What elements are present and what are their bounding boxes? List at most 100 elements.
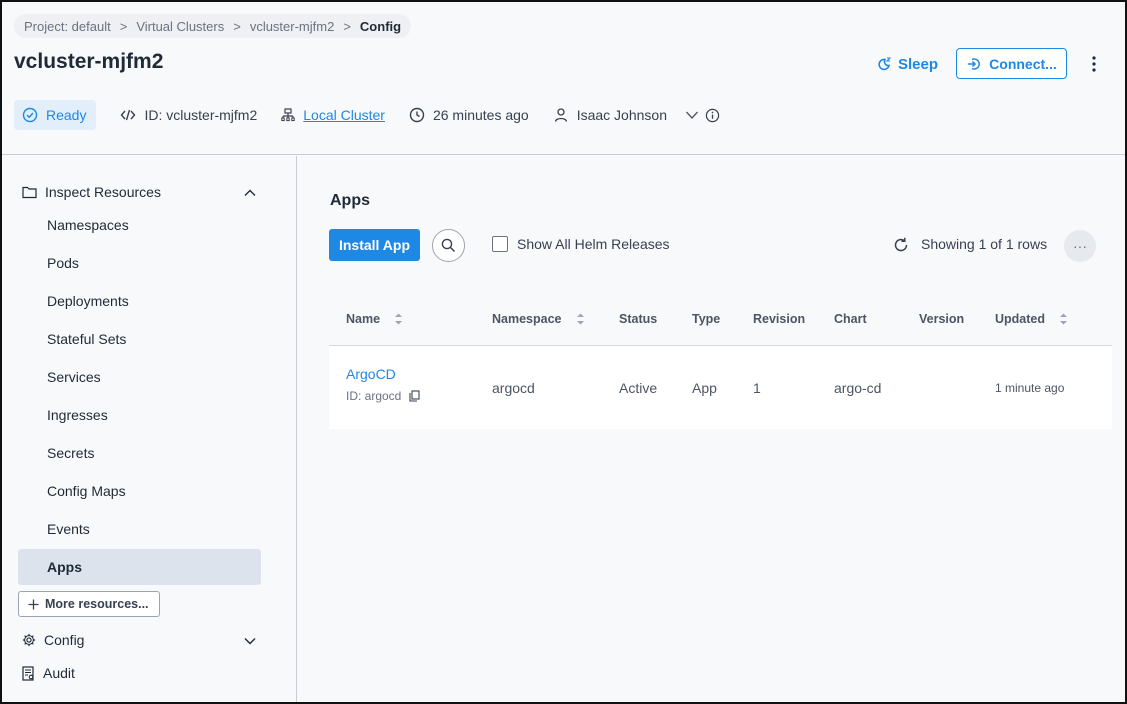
chevron-down-icon[interactable] xyxy=(685,108,699,122)
show-helm-releases-checkbox[interactable] xyxy=(492,236,508,252)
app-status: Active xyxy=(619,380,658,396)
more-resources-label: More resources... xyxy=(45,597,149,611)
sidebar: Inspect Resources Namespaces Pods Deploy… xyxy=(2,156,297,702)
app-updated: 1 minute ago xyxy=(995,381,1065,395)
table-header: Name Namespace Status Type Revision Char… xyxy=(329,294,1112,346)
section-title: Apps xyxy=(330,192,370,209)
column-header-type: Type xyxy=(692,312,720,326)
info-icon[interactable] xyxy=(705,108,720,123)
sidebar-item-namespaces[interactable]: Namespaces xyxy=(47,217,129,233)
user-icon xyxy=(554,108,567,122)
sleep-button[interactable]: Sleep xyxy=(876,52,938,76)
sleep-icon xyxy=(878,57,892,71)
search-button[interactable] xyxy=(432,229,465,262)
cluster-link[interactable]: Local Cluster xyxy=(281,107,385,123)
column-label: Namespace xyxy=(492,312,562,326)
sidebar-item-deployments[interactable]: Deployments xyxy=(47,293,129,309)
sidebar-item-apps[interactable]: Apps xyxy=(47,559,82,575)
folder-icon xyxy=(22,186,37,199)
sidebar-item-pods[interactable]: Pods xyxy=(47,255,79,271)
cluster-owner: Isaac Johnson xyxy=(553,107,667,123)
plus-icon xyxy=(28,599,39,609)
column-label: Type xyxy=(692,312,721,326)
refresh-icon[interactable] xyxy=(892,236,910,254)
more-resources-button[interactable]: More resources... xyxy=(18,591,160,617)
column-header-version: Version xyxy=(919,312,964,326)
breadcrumb-virtual-clusters[interactable]: Virtual Clusters xyxy=(136,19,224,34)
cluster-meta: Ready ID: vcluster-mjfm2 Local Cluster 2… xyxy=(14,100,720,130)
breadcrumb-separator: > xyxy=(119,18,128,34)
connect-label: Connect... xyxy=(989,55,1057,72)
column-label: Revision xyxy=(753,312,806,326)
sidebar-section-audit[interactable]: Audit xyxy=(22,662,75,684)
code-icon xyxy=(121,109,136,121)
page-header: Project: default > Virtual Clusters > vc… xyxy=(2,2,1125,155)
sidebar-section-inspect[interactable]: Inspect Resources xyxy=(22,181,161,203)
app-revision: 1 xyxy=(753,380,761,396)
sidebar-item-stateful-sets[interactable]: Stateful Sets xyxy=(47,331,126,347)
column-label: Updated xyxy=(995,312,1045,326)
column-header-revision: Revision xyxy=(753,312,805,326)
sidebar-section-label: Inspect Resources xyxy=(45,184,161,200)
breadcrumb-current: Config xyxy=(359,18,402,34)
gear-icon xyxy=(22,633,36,647)
sleep-label: Sleep xyxy=(898,55,939,73)
install-app-button[interactable]: Install App xyxy=(329,229,420,261)
column-header-namespace[interactable]: Namespace xyxy=(492,312,585,326)
page-title: vcluster-mjfm2 xyxy=(14,50,164,73)
search-icon xyxy=(441,238,456,253)
cluster-icon xyxy=(281,108,295,122)
sort-icon[interactable] xyxy=(1059,312,1068,326)
breadcrumb-separator: > xyxy=(233,18,241,34)
sort-icon[interactable] xyxy=(394,312,403,326)
audit-icon xyxy=(22,665,34,681)
sidebar-item-events[interactable]: Events xyxy=(47,521,90,537)
status-badge: Ready xyxy=(14,100,97,130)
column-label: Chart xyxy=(834,312,867,326)
show-helm-releases-toggle[interactable]: Show All Helm Releases xyxy=(492,236,670,252)
table-options-button[interactable]: ··· xyxy=(1064,230,1096,262)
sort-icon[interactable] xyxy=(576,312,585,326)
cluster-id-text: ID: vcluster-mjfm2 xyxy=(144,107,258,123)
sidebar-section-config[interactable]: Config xyxy=(22,629,84,651)
app-chart: argo-cd xyxy=(834,380,882,396)
connect-button[interactable]: Connect... xyxy=(956,48,1067,79)
sidebar-item-secrets[interactable]: Secrets xyxy=(47,445,94,461)
sidebar-config-label: Config xyxy=(44,632,85,648)
app-name-link[interactable]: ArgoCD xyxy=(346,366,396,382)
row-count: Showing 1 of 1 rows xyxy=(921,236,1048,252)
column-header-name[interactable]: Name xyxy=(346,312,403,326)
sidebar-item-config-maps[interactable]: Config Maps xyxy=(47,483,126,499)
column-header-status: Status xyxy=(619,312,657,326)
chevron-down-icon[interactable] xyxy=(242,633,258,649)
app-type: App xyxy=(692,380,717,396)
app-namespace: argocd xyxy=(492,380,535,396)
ellipsis-icon: ··· xyxy=(1073,238,1087,254)
sidebar-audit-label: Audit xyxy=(43,665,75,681)
check-circle-icon xyxy=(22,107,38,123)
column-label: Version xyxy=(919,312,965,326)
column-label: Status xyxy=(619,312,658,326)
status-text: Ready xyxy=(46,107,87,123)
cluster-link-text[interactable]: Local Cluster xyxy=(303,107,385,123)
cluster-owner-text: Isaac Johnson xyxy=(576,107,667,123)
chevron-up-icon[interactable] xyxy=(242,185,258,201)
column-header-updated[interactable]: Updated xyxy=(995,312,1068,326)
meta-expand[interactable] xyxy=(685,108,720,123)
sidebar-item-services[interactable]: Services xyxy=(47,369,101,385)
copy-icon[interactable] xyxy=(409,390,420,402)
show-helm-releases-label: Show All Helm Releases xyxy=(517,236,670,252)
clock-icon xyxy=(409,107,425,123)
breadcrumb-vcluster[interactable]: vcluster-mjfm2 xyxy=(250,19,335,34)
more-options-icon[interactable] xyxy=(1085,51,1103,77)
sidebar-item-ingresses[interactable]: Ingresses xyxy=(47,407,108,423)
cluster-age: 26 minutes ago xyxy=(409,107,529,123)
app-id-text: ID: argocd xyxy=(346,389,402,403)
breadcrumb-project[interactable]: Project: default xyxy=(24,19,111,34)
app-window: Project: default > Virtual Clusters > vc… xyxy=(0,0,1127,704)
apps-table: Name Namespace Status Type Revision Char… xyxy=(329,294,1112,429)
column-header-chart: Chart xyxy=(834,312,867,326)
cluster-age-text: 26 minutes ago xyxy=(432,107,529,123)
breadcrumb-separator: > xyxy=(343,18,351,34)
login-icon xyxy=(968,57,981,70)
